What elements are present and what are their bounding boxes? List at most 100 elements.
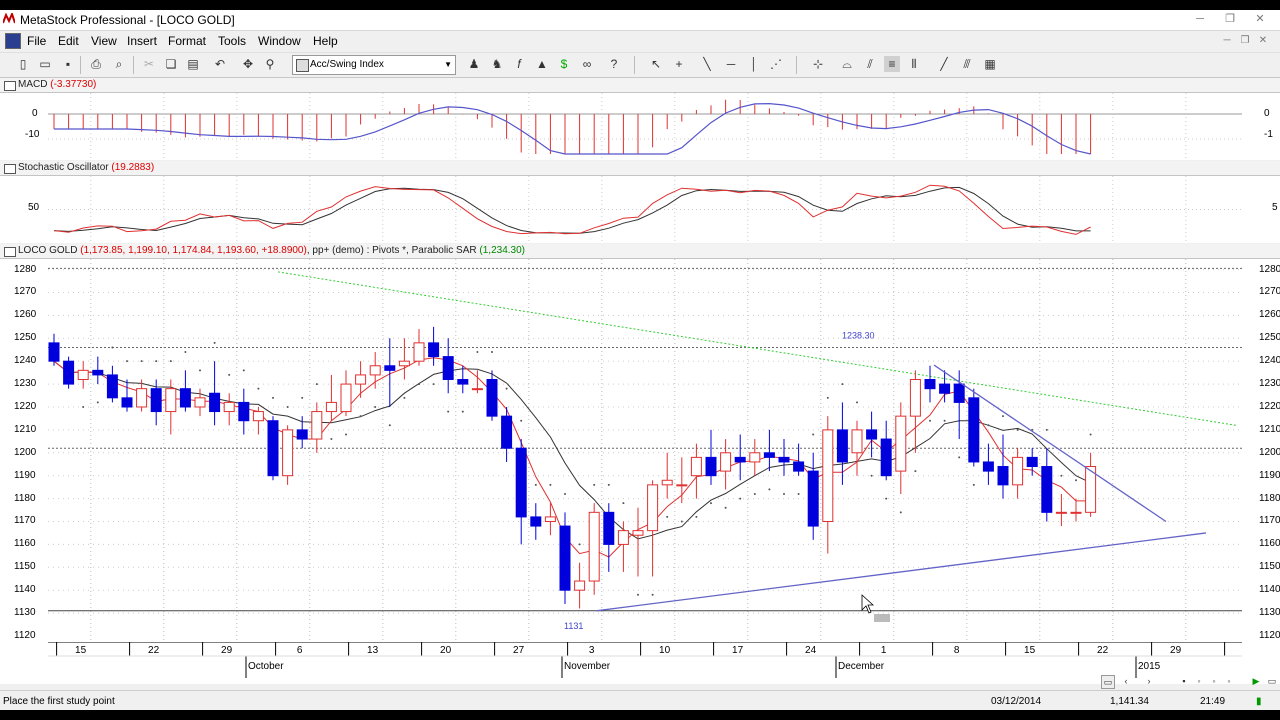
price-y-label: 1210 <box>14 423 37 435</box>
sar-dot <box>199 369 201 372</box>
gann-grid-icon[interactable]: ▦ <box>982 56 998 72</box>
macd-plot[interactable] <box>48 93 1242 160</box>
binoculars-icon[interactable]: ∞ <box>579 56 595 72</box>
month-label: 2015 <box>1138 661 1161 672</box>
expert-advisor-icon[interactable]: ♟ <box>466 56 482 72</box>
candle-down <box>238 401 250 422</box>
sar-dot <box>856 401 858 404</box>
day-label: 15 <box>1024 645 1036 656</box>
pan-icon[interactable]: ✥ <box>240 56 256 72</box>
price-right-y-label: 1210 <box>1259 423 1280 435</box>
status-price: 1,141.34 <box>1110 696 1149 707</box>
vertical-line-icon[interactable]: │ <box>746 56 762 72</box>
andrews-pitchfork-icon[interactable]: ⫻ <box>959 56 975 72</box>
scroll-range-icon[interactable]: ▭ <box>1101 675 1115 689</box>
candle-down <box>48 342 60 362</box>
stochastic-label-50: 50 <box>28 202 40 213</box>
close-button[interactable]: ✕ <box>1250 12 1270 26</box>
save-icon[interactable]: ▪ <box>60 56 76 72</box>
macd-pane[interactable]: MACD (-3.37730) 0 -10 0 -1 <box>0 78 1280 160</box>
candle-down <box>705 456 717 477</box>
scroll-left-icon[interactable]: ‹ <box>1120 675 1132 687</box>
dollar-icon[interactable]: $ <box>556 56 572 72</box>
trendline-icon[interactable]: ╲ <box>699 56 715 72</box>
zoom-fit-icon[interactable]: ◦ <box>1223 675 1235 687</box>
sar-dot <box>272 396 274 399</box>
zoom-icon[interactable]: ⚲ <box>262 56 278 72</box>
child-restore-button[interactable]: ❐ <box>1238 34 1252 48</box>
candle-up <box>355 374 367 385</box>
price-plot[interactable]: 1238.30 1131 <box>48 259 1242 642</box>
new-icon[interactable]: ▯ <box>15 56 31 72</box>
sar-dot <box>345 433 347 436</box>
date-axis[interactable]: 15222961320273101724181522295OctoberNove… <box>0 642 1280 684</box>
menu-window[interactable]: Window <box>258 34 301 48</box>
go-to-end-icon[interactable]: ▶ <box>1250 675 1262 687</box>
undo-icon[interactable]: ↶ <box>212 56 228 72</box>
horizontal-line-icon[interactable]: ─ <box>723 56 739 72</box>
cursor-icon[interactable]: ↖ <box>648 56 664 72</box>
day-label: 29 <box>1170 645 1182 656</box>
menu-insert[interactable]: Insert <box>127 34 157 48</box>
print-icon[interactable]: ⎙ <box>88 56 104 72</box>
macd-right-label-neg1: -1 <box>1264 129 1273 140</box>
open-icon[interactable]: ▭ <box>37 56 53 72</box>
zoom-out-icon[interactable]: ◦ <box>1193 675 1205 687</box>
speed-lines-icon[interactable]: ⊹ <box>810 56 826 72</box>
fan-icon[interactable]: ⫽ <box>862 56 878 72</box>
price-y-label: 1180 <box>14 492 36 504</box>
zoom-reset-icon[interactable]: ◦ <box>1208 675 1220 687</box>
price-y-label: 1230 <box>14 378 37 390</box>
menu-file[interactable]: File <box>27 34 46 48</box>
status-message: Place the first study point <box>3 696 115 707</box>
price-right-y-label: 1150 <box>1259 561 1280 573</box>
price-pane[interactable]: LOCO GOLD (1,173.85, 1,199.10, 1,174.84,… <box>0 244 1280 642</box>
copy-icon[interactable]: ❏ <box>163 56 179 72</box>
crosshair-icon[interactable]: + <box>671 56 687 72</box>
menu-help[interactable]: Help <box>313 34 338 48</box>
sar-dot <box>972 483 975 486</box>
price-right-y-label: 1230 <box>1259 378 1280 390</box>
stochastic-plot[interactable] <box>48 176 1242 243</box>
sar-dot <box>739 497 742 500</box>
macd-right-label-0: 0 <box>1264 108 1270 119</box>
scroll-right-icon[interactable]: › <box>1143 675 1155 687</box>
menu-edit[interactable]: Edit <box>58 34 79 48</box>
minimize-button[interactable]: ─ <box>1190 12 1210 26</box>
sar-dot <box>388 424 391 427</box>
candle-down <box>924 379 936 390</box>
maximize-button[interactable]: ❐ <box>1220 12 1240 26</box>
menu-format[interactable]: Format <box>168 34 206 48</box>
zoom-in-icon[interactable]: ▪ <box>1178 675 1190 687</box>
sar-dot <box>184 351 187 354</box>
paste-icon[interactable]: ▤ <box>185 56 201 72</box>
stochastic-pane[interactable]: Stochastic Oscillator (19.2883) 50 5 <box>0 161 1280 243</box>
menu-tools[interactable]: Tools <box>218 34 246 48</box>
candle-up <box>282 429 294 477</box>
candle-down <box>457 379 469 385</box>
candle-up <box>1070 511 1082 514</box>
cycle-lines-icon[interactable]: ⋰ <box>768 56 784 72</box>
menu-view[interactable]: View <box>91 34 117 48</box>
help-pointer-icon[interactable]: ? <box>606 56 622 72</box>
arc-icon[interactable]: ⌓ <box>839 56 855 72</box>
print-preview-icon[interactable]: ⌕ <box>111 56 127 72</box>
regression-icon[interactable]: ╱ <box>936 56 952 72</box>
indicator-select[interactable]: Acc/Swing Index ▼ <box>292 55 456 75</box>
formula-icon[interactable]: f <box>511 56 527 72</box>
child-minimize-button[interactable]: ─ <box>1220 34 1234 48</box>
retracement-icon[interactable]: ≡ <box>884 56 900 72</box>
document-icon[interactable] <box>5 33 21 49</box>
price-right-y-label: 1220 <box>1259 400 1280 412</box>
cut-icon[interactable]: ✂ <box>141 56 157 72</box>
sar-dot <box>593 483 596 486</box>
price-y-label: 1220 <box>14 400 37 412</box>
chart-options-icon[interactable]: ▭ <box>1266 675 1278 687</box>
candle-up <box>895 415 907 472</box>
child-close-button[interactable]: ✕ <box>1256 34 1270 48</box>
candle-down <box>442 356 454 381</box>
time-zones-icon[interactable]: ⦀ <box>906 56 922 72</box>
sar-dot <box>695 515 698 518</box>
system-tester-icon[interactable]: ▲ <box>534 56 550 72</box>
explorer-icon[interactable]: ♞ <box>489 56 505 72</box>
